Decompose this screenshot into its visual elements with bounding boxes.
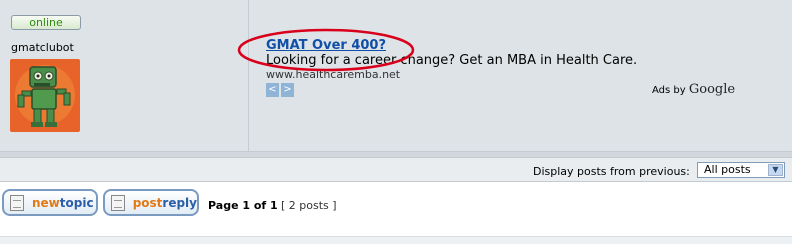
ads-by-label: Ads by — [652, 85, 686, 96]
pagination-text: Page 1 of 1 — [208, 199, 278, 212]
document-icon — [111, 194, 125, 211]
google-logo: Google — [688, 82, 736, 97]
new-topic-button[interactable]: newtopic — [2, 189, 98, 216]
online-status-badge: online — [11, 15, 81, 30]
robot-avatar[interactable] — [10, 59, 80, 132]
post-row: online gmatclubot GMAT Over 400? Looking… — [0, 0, 792, 152]
ad-next-button[interactable]: > — [281, 83, 294, 97]
post-reply-suffix: reply — [162, 195, 197, 210]
post-reply-button[interactable]: postreply — [103, 189, 199, 216]
highlight-ellipse — [237, 28, 415, 72]
post-count: [ 2 posts ] — [281, 199, 337, 212]
author-column: online gmatclubot — [0, 0, 249, 152]
new-topic-suffix: topic — [59, 195, 94, 210]
bottom-divider — [0, 236, 792, 244]
new-topic-prefix: new — [32, 195, 60, 210]
document-icon — [10, 194, 24, 211]
author-username[interactable]: gmatclubot — [11, 41, 74, 54]
post-content: GMAT Over 400? Looking for a career chan… — [250, 0, 792, 152]
post-reply-prefix: post — [132, 195, 163, 210]
display-posts-bar: Display posts from previous: All posts ▼ — [0, 157, 792, 182]
new-topic-label: newtopic — [32, 196, 94, 210]
chevron-down-icon[interactable]: ▼ — [768, 164, 783, 176]
display-posts-select[interactable]: All posts ▼ — [697, 162, 785, 178]
robot-avatar-icon — [10, 59, 80, 132]
ad-navigation: < > — [266, 83, 294, 97]
display-posts-value: All posts — [704, 163, 751, 176]
ad-prev-button[interactable]: < — [266, 83, 279, 97]
post-reply-label: postreply — [133, 196, 197, 210]
display-posts-label: Display posts from previous: — [533, 165, 690, 178]
ads-by-google[interactable]: Ads by Google — [652, 82, 735, 97]
